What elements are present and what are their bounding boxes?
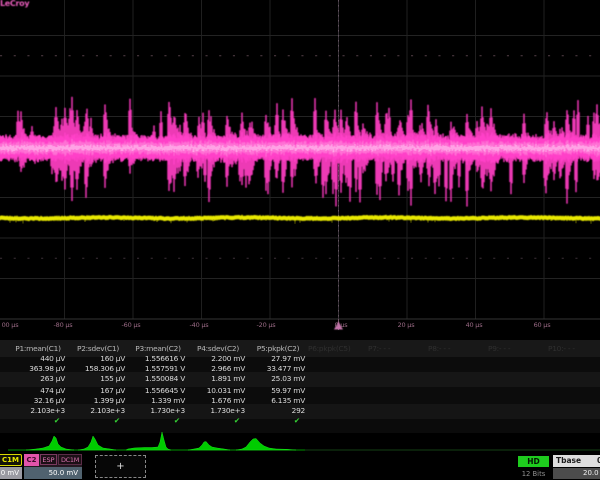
param-header-6[interactable]: P6:pkpk(C5) bbox=[308, 344, 372, 353]
param-value: 1.730e+3 bbox=[126, 406, 185, 415]
channel1-scale-label: 0 mV bbox=[0, 467, 22, 479]
param-value: 1.339 mV bbox=[126, 396, 185, 405]
param-value: 33.477 mV bbox=[246, 364, 305, 373]
param-value: 2.103e+3 bbox=[6, 406, 65, 415]
channel2-coupling-label: DC1M bbox=[58, 454, 82, 465]
param-value: 2.966 mV bbox=[186, 364, 245, 373]
param-header-3[interactable]: P3:mean(C2) bbox=[128, 344, 188, 353]
param-value: 292 bbox=[246, 406, 305, 415]
param-value: 1.399 µV bbox=[66, 396, 125, 405]
param-value: 2.200 mV bbox=[186, 354, 245, 363]
param-header-2[interactable]: P2:sdev(C1) bbox=[68, 344, 128, 353]
param-header-1[interactable]: P1:mean(C1) bbox=[8, 344, 68, 353]
param-value: 1.557591 V bbox=[126, 364, 185, 373]
channel1-descriptor-box[interactable]: C1M 0 mV bbox=[0, 454, 22, 479]
param-value: 474 µV bbox=[6, 386, 65, 395]
time-axis-label: -60 µs bbox=[109, 321, 153, 329]
param-header-9[interactable]: P9:- - - bbox=[488, 344, 552, 353]
time-axis-label: 60 µs bbox=[520, 321, 564, 329]
param-value: 59.97 mV bbox=[246, 386, 305, 395]
param-value: 363.98 µV bbox=[6, 364, 65, 373]
add-trace-box[interactable]: + bbox=[95, 455, 146, 478]
param-value: 6.135 mV bbox=[246, 396, 305, 405]
param-header-4[interactable]: P4:sdev(C2) bbox=[188, 344, 248, 353]
param-header-7[interactable]: P7:- - - bbox=[368, 344, 432, 353]
param-value: 440 µV bbox=[6, 354, 65, 363]
param-status-check: ✔ bbox=[290, 416, 304, 425]
param-value: 1.550084 V bbox=[126, 374, 185, 383]
channel1-coupling-label: C1M bbox=[0, 454, 22, 466]
time-axis-label: 20 µs bbox=[384, 321, 428, 329]
param-status-check: ✔ bbox=[110, 416, 124, 425]
timebase-descriptor-box[interactable]: Tbase 0 20.0 µs bbox=[553, 455, 600, 479]
param-value: 167 µV bbox=[66, 386, 125, 395]
timebase-scale-label: 20.0 µs bbox=[553, 468, 600, 479]
time-axis-label: -40 µs bbox=[177, 321, 221, 329]
param-status-check: ✔ bbox=[50, 416, 64, 425]
time-axis-label: -20 µs bbox=[244, 321, 288, 329]
param-value: 155 µV bbox=[66, 374, 125, 383]
channel2-scale-label: 50.0 mV bbox=[24, 467, 82, 479]
param-value: 2.103e+3 bbox=[66, 406, 125, 415]
param-value: 1.676 mV bbox=[186, 396, 245, 405]
channel2-tag: C2 bbox=[24, 454, 39, 466]
param-value: 25.03 mV bbox=[246, 374, 305, 383]
param-value: 27.97 mV bbox=[246, 354, 305, 363]
param-value: 1.556616 V bbox=[126, 354, 185, 363]
param-value: 1.556645 V bbox=[126, 386, 185, 395]
param-value: 32.16 µV bbox=[6, 396, 65, 405]
param-header-10[interactable]: P10:- - - bbox=[548, 344, 600, 353]
param-value: 10.031 mV bbox=[186, 386, 245, 395]
param-header-8[interactable]: P8:- - - bbox=[428, 344, 492, 353]
param-value: 1.730e+3 bbox=[186, 406, 245, 415]
time-axis-label: -80 µs bbox=[41, 321, 85, 329]
param-value: 160 µV bbox=[66, 354, 125, 363]
hd-bits-label: 12 Bits bbox=[518, 469, 549, 479]
oscilloscope-screen: LeCroy 00 µs -80 µs -60 µs -40 µs -20 µs 0 µs… bbox=[0, 0, 600, 480]
param-value: 158.306 µV bbox=[66, 364, 125, 373]
plus-icon: + bbox=[96, 456, 145, 477]
hd-mode-badge[interactable]: HD bbox=[518, 456, 549, 467]
time-axis-label: 40 µs bbox=[452, 321, 496, 329]
brand-label: LeCroy bbox=[0, 0, 29, 8]
param-status-check: ✔ bbox=[230, 416, 244, 425]
param-status-check: ✔ bbox=[170, 416, 184, 425]
param-value: 263 µV bbox=[6, 374, 65, 383]
timebase-title: Tbase bbox=[553, 455, 600, 467]
time-axis-label: 00 µs bbox=[0, 321, 32, 329]
channel2-descriptor-box[interactable]: C2 ESP DC1M 50.0 mV bbox=[24, 454, 82, 479]
channel2-mode-label: ESP bbox=[40, 454, 57, 465]
time-axis-label: 0 µs bbox=[319, 321, 363, 329]
param-value: 1.891 mV bbox=[186, 374, 245, 383]
param-header-5[interactable]: P5:pkpk(C2) bbox=[248, 344, 308, 353]
